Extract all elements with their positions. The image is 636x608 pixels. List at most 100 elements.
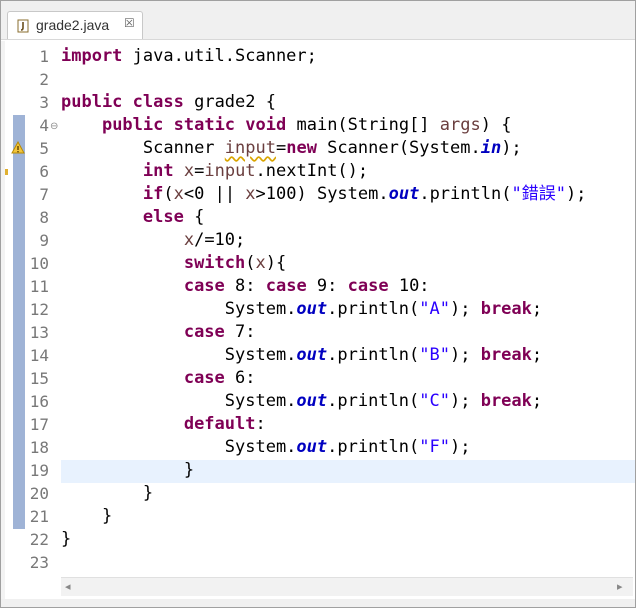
token-text: ); [501, 138, 522, 158]
token-keyword: case [183, 368, 225, 388]
token-keyword: case [183, 322, 225, 342]
code-line-21: } [61, 506, 113, 526]
left-margin [1, 41, 5, 601]
tab-grade2-java[interactable]: grade2.java ☒ [7, 11, 143, 39]
token-keyword: break [480, 345, 532, 365]
line-number: 23 [29, 553, 49, 572]
token-text: ){ [265, 253, 287, 273]
token-text: ( [245, 253, 256, 273]
token-text: 6: [224, 368, 256, 388]
line-number: 1 [39, 47, 49, 66]
line-number: 15 [29, 369, 49, 388]
line-number: 17 [29, 415, 49, 434]
code-line-9: x/=10; [61, 229, 245, 252]
line-number: 6 [39, 162, 49, 181]
overview-warning-mark [5, 169, 8, 175]
token-string: "B" [419, 345, 450, 365]
token-text: = [275, 138, 287, 158]
token-text: Scanner [142, 138, 225, 158]
java-file-icon [17, 19, 29, 33]
token-text: .println( [419, 184, 512, 204]
token-keyword: import [61, 46, 123, 66]
code-line-13: case 7: [61, 321, 256, 344]
token-keyword: case [265, 276, 307, 296]
line-number: 7 [39, 185, 49, 204]
close-icon[interactable]: ☒ [124, 16, 135, 30]
code-line-12: System.out.println("A"); break; [61, 298, 542, 321]
token-text: System. [224, 345, 297, 365]
code-line-22: } [61, 529, 72, 549]
token-text: .println( [327, 437, 420, 457]
scroll-right-icon[interactable]: ▸ [617, 580, 623, 593]
token-text: grade2 { [183, 92, 276, 112]
line-number: 11 [29, 277, 49, 296]
token-text: { [183, 207, 205, 227]
line-number: 22 [29, 530, 49, 549]
token-text: : [255, 414, 266, 434]
token-field: out [388, 184, 420, 204]
scroll-left-icon[interactable]: ◂ [65, 580, 71, 593]
token-text: 9: [306, 276, 348, 296]
token-keyword: void [245, 115, 287, 135]
token-keyword: switch [183, 253, 246, 273]
token-string: "錯誤" [511, 184, 566, 204]
code-line-15: case 6: [61, 367, 256, 390]
code-line-5: Scanner input=new Scanner(System.in); [61, 137, 522, 160]
code-line-8: else { [61, 206, 204, 229]
line-number: 18 [29, 438, 49, 457]
token-keyword: case [183, 276, 225, 296]
token-keyword: else [142, 207, 184, 227]
code-line-20: } [61, 483, 154, 503]
token-text: = [194, 161, 205, 181]
line-number: 12 [29, 300, 49, 319]
horizontal-scrollbar[interactable]: ◂ ▸ [61, 577, 633, 596]
token-text: ) { [480, 115, 512, 135]
token-text: 10: [388, 276, 430, 296]
token-variable: x [245, 184, 256, 204]
code-line-11: case 8: case 9: case 10: [61, 275, 430, 298]
code-line-4: public static void main(String[] args) { [61, 114, 512, 137]
token-text: System. [224, 299, 297, 319]
code-line-3: public class grade2 { [61, 91, 276, 114]
token-text: ; [531, 345, 543, 365]
token-text: ); [565, 184, 587, 204]
token-string: "A" [419, 299, 450, 319]
code-line-16: System.out.println("C"); break; [61, 390, 542, 413]
token-text: .println( [327, 299, 420, 319]
token-field: out [296, 345, 328, 365]
token-text: ; [531, 391, 543, 411]
token-field: out [296, 391, 328, 411]
editor-window: grade2.java ☒ 1 2 3 4 5 6 7 8 9 10 11 12 13 14 15 16 17 1… [0, 0, 636, 608]
token-keyword: default [183, 414, 256, 434]
tab-title: grade2.java [36, 17, 110, 33]
code-line-7: if(x<0 || x>100) System.out.println("錯誤"… [61, 183, 587, 206]
token-keyword: case [347, 276, 389, 296]
token-keyword: break [480, 299, 532, 319]
token-text: java.util.Scanner; [122, 46, 317, 66]
change-ruler [13, 115, 25, 529]
fold-collapse-icon[interactable]: ⊖ [50, 115, 58, 138]
warning-icon [11, 141, 25, 154]
token-keyword: if [142, 184, 164, 204]
token-text: ( [163, 184, 174, 204]
token-text: System. [224, 391, 297, 411]
code-line-1: import java.util.Scanner; [61, 45, 317, 68]
token-variable-warning: input [224, 138, 276, 158]
token-variable: input [204, 161, 256, 181]
token-text: ); [449, 299, 481, 319]
token-string: "C" [419, 391, 450, 411]
token-variable: x [183, 230, 195, 250]
token-text: ; [531, 299, 543, 319]
line-number: 8 [39, 208, 49, 227]
token-text: ); [449, 345, 481, 365]
token-keyword: static [173, 115, 236, 135]
token-field: out [296, 437, 328, 457]
